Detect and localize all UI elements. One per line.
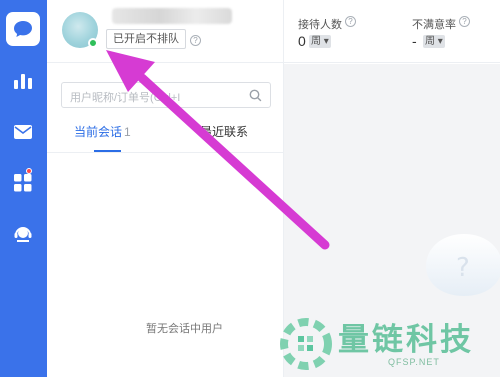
stat-unit-dropdown[interactable]: 周 ▾ [423, 35, 445, 48]
sidebar-item-mail[interactable] [6, 115, 40, 149]
help-icon[interactable]: ? [190, 35, 201, 46]
queue-status-button[interactable]: 已开启不排队 [106, 29, 186, 49]
queue-status-label: 已开启不排队 [113, 33, 179, 45]
stat-value-dissatisfaction: - [412, 33, 417, 49]
chat-icon [14, 21, 32, 37]
online-status-dot [88, 38, 98, 48]
stat-unit-dropdown[interactable]: 周 ▾ [309, 35, 331, 48]
sidebar-rail [0, 0, 47, 377]
tab-recent-contacts[interactable]: 最近联系 [200, 123, 248, 140]
watermark-subtitle: QFSP.NET [388, 357, 440, 367]
apps-grid-icon [14, 174, 32, 192]
empty-state-text: 暂无会话中用户 [146, 323, 223, 335]
bar-chart-icon [14, 74, 32, 89]
search-placeholder: 用户昵称/订单号(Ctrl+I [70, 92, 181, 104]
stat-label-dissatisfaction: 不满意率 [412, 19, 456, 31]
watermark-logo-icon [280, 318, 332, 370]
watermark-title: 量链科技 [338, 322, 474, 358]
help-icon[interactable]: ? [459, 16, 470, 27]
agent-name-blurred [112, 8, 232, 24]
customer-service-icon [14, 227, 32, 242]
search-icon[interactable] [249, 89, 262, 102]
question-bubble-illustration: ? [426, 234, 500, 296]
stat-value-reception: 0 [298, 33, 306, 49]
sidebar-item-chat[interactable] [6, 12, 40, 46]
stat-label-reception: 接待人数 [298, 19, 342, 31]
notification-badge [26, 168, 32, 174]
svg-text:?: ? [456, 253, 470, 283]
help-icon[interactable]: ? [345, 16, 356, 27]
tab-current-conversations[interactable]: 当前会话 1 [74, 123, 131, 140]
mail-icon [14, 125, 32, 139]
sidebar-item-apps[interactable] [6, 166, 40, 200]
tabs-divider [47, 152, 283, 153]
sidebar-item-service[interactable] [6, 217, 40, 251]
search-input[interactable]: 用户昵称/订单号(Ctrl+I [61, 82, 271, 108]
sidebar-item-stats[interactable] [6, 64, 40, 98]
